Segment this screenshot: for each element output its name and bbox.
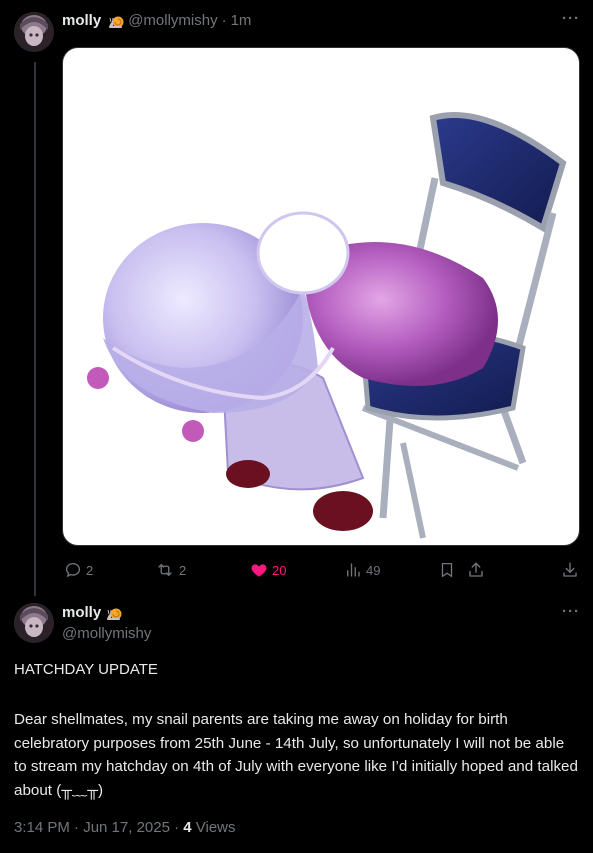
- heart-icon: [250, 561, 268, 579]
- views-number: 4: [183, 819, 192, 836]
- reply-button[interactable]: 2: [64, 561, 93, 579]
- reply-count: 2: [86, 562, 94, 578]
- snail-emoji-icon: [106, 605, 122, 621]
- download-icon: [561, 561, 579, 579]
- avatar[interactable]: [14, 12, 54, 52]
- tweet-header: molly @mollymishy · 1m: [62, 12, 251, 29]
- snail-emoji-icon: [108, 13, 124, 29]
- like-count: 20: [272, 562, 287, 578]
- reply-icon: [64, 561, 82, 579]
- thread-line: [34, 62, 36, 596]
- avatar[interactable]: [14, 603, 54, 643]
- image-illustration: [87, 112, 567, 539]
- repost-button[interactable]: 2: [155, 561, 186, 579]
- more-options-button[interactable]: ···: [562, 603, 580, 620]
- repost-icon: [155, 561, 175, 579]
- bookmark-icon: [438, 561, 456, 579]
- share-button[interactable]: [467, 561, 485, 579]
- main-tweet-author: molly: [62, 604, 122, 621]
- share-icon: [467, 561, 485, 579]
- separator: ·: [221, 12, 227, 29]
- views-label: Views: [191, 819, 236, 836]
- author-name[interactable]: molly: [62, 604, 101, 621]
- tweet-body: Dear shellmates, my snail parents are ta…: [14, 711, 583, 799]
- views-button[interactable]: 49: [344, 561, 380, 579]
- tweet-meta: 3:14 PM · Jun 17, 2025 · 4 Views: [14, 819, 236, 836]
- more-options-button[interactable]: ···: [562, 10, 580, 27]
- views-icon: [344, 561, 362, 579]
- like-button[interactable]: 20: [250, 561, 286, 579]
- tweet-timestamp[interactable]: 3:14 PM · Jun 17, 2025 ·: [14, 819, 183, 836]
- author-name[interactable]: molly: [62, 12, 101, 29]
- download-button[interactable]: [561, 561, 579, 579]
- time-ago[interactable]: 1m: [231, 12, 252, 29]
- tweet-title: HATCHDAY UPDATE: [14, 661, 158, 678]
- tweet-image[interactable]: [62, 47, 580, 546]
- views-count: 49: [366, 562, 381, 578]
- bookmark-button[interactable]: [438, 561, 456, 579]
- author-handle[interactable]: @mollymishy: [62, 625, 151, 642]
- author-handle[interactable]: @mollymishy: [128, 12, 217, 29]
- repost-count: 2: [179, 562, 187, 578]
